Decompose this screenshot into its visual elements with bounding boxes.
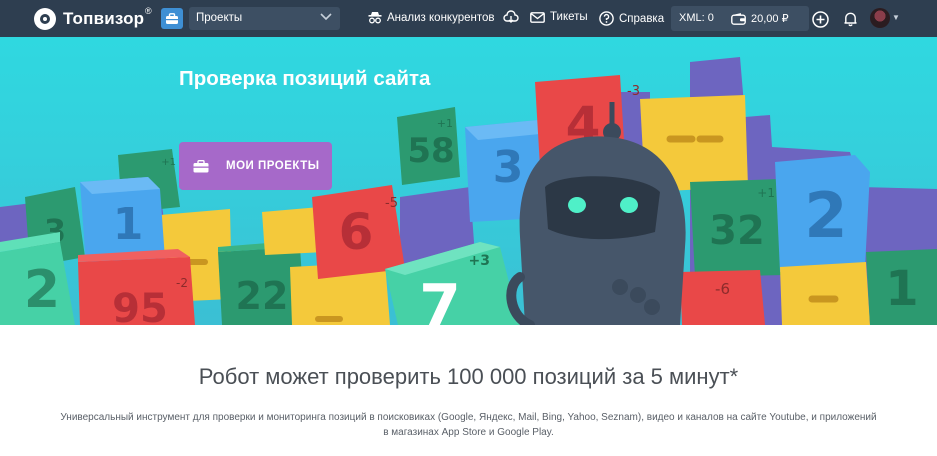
block-yellow-br	[780, 262, 870, 325]
add-funds-button[interactable]	[810, 9, 830, 29]
block-32-value: 32	[709, 208, 765, 254]
notifications-button[interactable]	[840, 9, 860, 29]
main-description: Универсальный инструмент для проверки и …	[60, 412, 877, 438]
avatar-chevron-icon[interactable]: ▼	[892, 13, 900, 22]
nav-tickets[interactable]: Тикеты	[530, 11, 588, 23]
plus-circle-icon	[811, 10, 829, 28]
block-2l-value: 2	[24, 260, 60, 320]
my-projects-label: МОИ ПРОЕКТЫ	[226, 160, 320, 172]
block-58-delta: +1	[437, 117, 453, 130]
hero-banner: 3 2 58 +1 3 4 -3 32 +1 2 1 -6 +1 1 95 -2…	[0, 37, 937, 325]
nav-competitors[interactable]: Анализ конкурентов	[368, 11, 495, 24]
money-balance-value: 20,00 ₽	[751, 13, 789, 25]
block-58-value: 58	[407, 131, 454, 171]
block-red-br: -6	[680, 270, 765, 325]
top-navbar: Топвизор ® Проекты Анализ конкурентов Ти…	[0, 0, 937, 37]
nav-tickets-label: Тикеты	[550, 11, 588, 23]
nav-help[interactable]: Справка	[599, 11, 664, 26]
block-58: 58 +1	[397, 107, 460, 185]
block-1r: 1	[866, 249, 937, 325]
briefcase-icon	[166, 12, 178, 24]
briefcase-icon	[193, 159, 209, 172]
block-6-delta: -5	[385, 196, 398, 211]
block-7-delta: +3	[469, 253, 490, 269]
xml-counter: XML: 0	[679, 12, 714, 24]
block-6-value: 6	[339, 203, 374, 261]
logo-text: Топвизор	[63, 9, 145, 28]
block-7-value: 7	[419, 272, 461, 325]
question-icon	[599, 11, 614, 26]
block-1g-delta: +1	[161, 157, 176, 168]
block-95-value: 95	[112, 286, 168, 325]
spy-icon	[368, 12, 382, 24]
block-2r: 2	[775, 155, 870, 272]
block-3-value: 3	[493, 142, 524, 193]
projects-button[interactable]	[161, 8, 183, 29]
block-6: 6 -5	[312, 185, 405, 279]
logo[interactable]: Топвизор	[34, 7, 144, 31]
nav-competitors-label: Анализ конкурентов	[387, 11, 495, 24]
nav-help-label: Справка	[619, 12, 665, 25]
registered-mark: ®	[145, 6, 152, 16]
chevron-down-icon	[320, 7, 332, 30]
money-balance: 20,00 ₽	[731, 12, 789, 25]
avatar[interactable]	[870, 8, 890, 28]
logo-icon	[34, 8, 56, 30]
my-projects-button[interactable]: МОИ ПРОЕКТЫ	[179, 142, 332, 190]
block-1-value: 1	[113, 199, 144, 250]
cloud-icon	[503, 10, 519, 23]
nav-cloud[interactable]	[503, 10, 524, 24]
block-32: 32 +1	[690, 179, 785, 277]
balance-box[interactable]: XML: 0 20,00 ₽	[671, 6, 809, 31]
hero-illustration: 3 2 58 +1 3 4 -3 32 +1 2 1 -6 +1 1 95 -2…	[0, 57, 937, 325]
block-2r-value: 2	[804, 179, 847, 252]
block-32-delta: +1	[757, 186, 775, 200]
projects-select-value: Проекты	[196, 12, 243, 24]
block-6b-delta: -6	[715, 280, 730, 298]
block-95: 95 -2	[78, 249, 195, 325]
block-22-value: 22	[236, 274, 289, 318]
block-1r-value: 1	[885, 261, 918, 317]
block-95-delta: -2	[176, 276, 188, 290]
mail-icon	[530, 11, 545, 23]
wallet-icon	[731, 12, 746, 25]
hero-title: Проверка позиций сайта	[179, 67, 431, 90]
block-4-delta: -3	[627, 84, 640, 99]
main-headline: Робот может проверить 100 000 позиций за…	[198, 364, 739, 389]
bell-icon	[843, 12, 857, 27]
projects-select[interactable]: Проекты	[189, 7, 340, 30]
